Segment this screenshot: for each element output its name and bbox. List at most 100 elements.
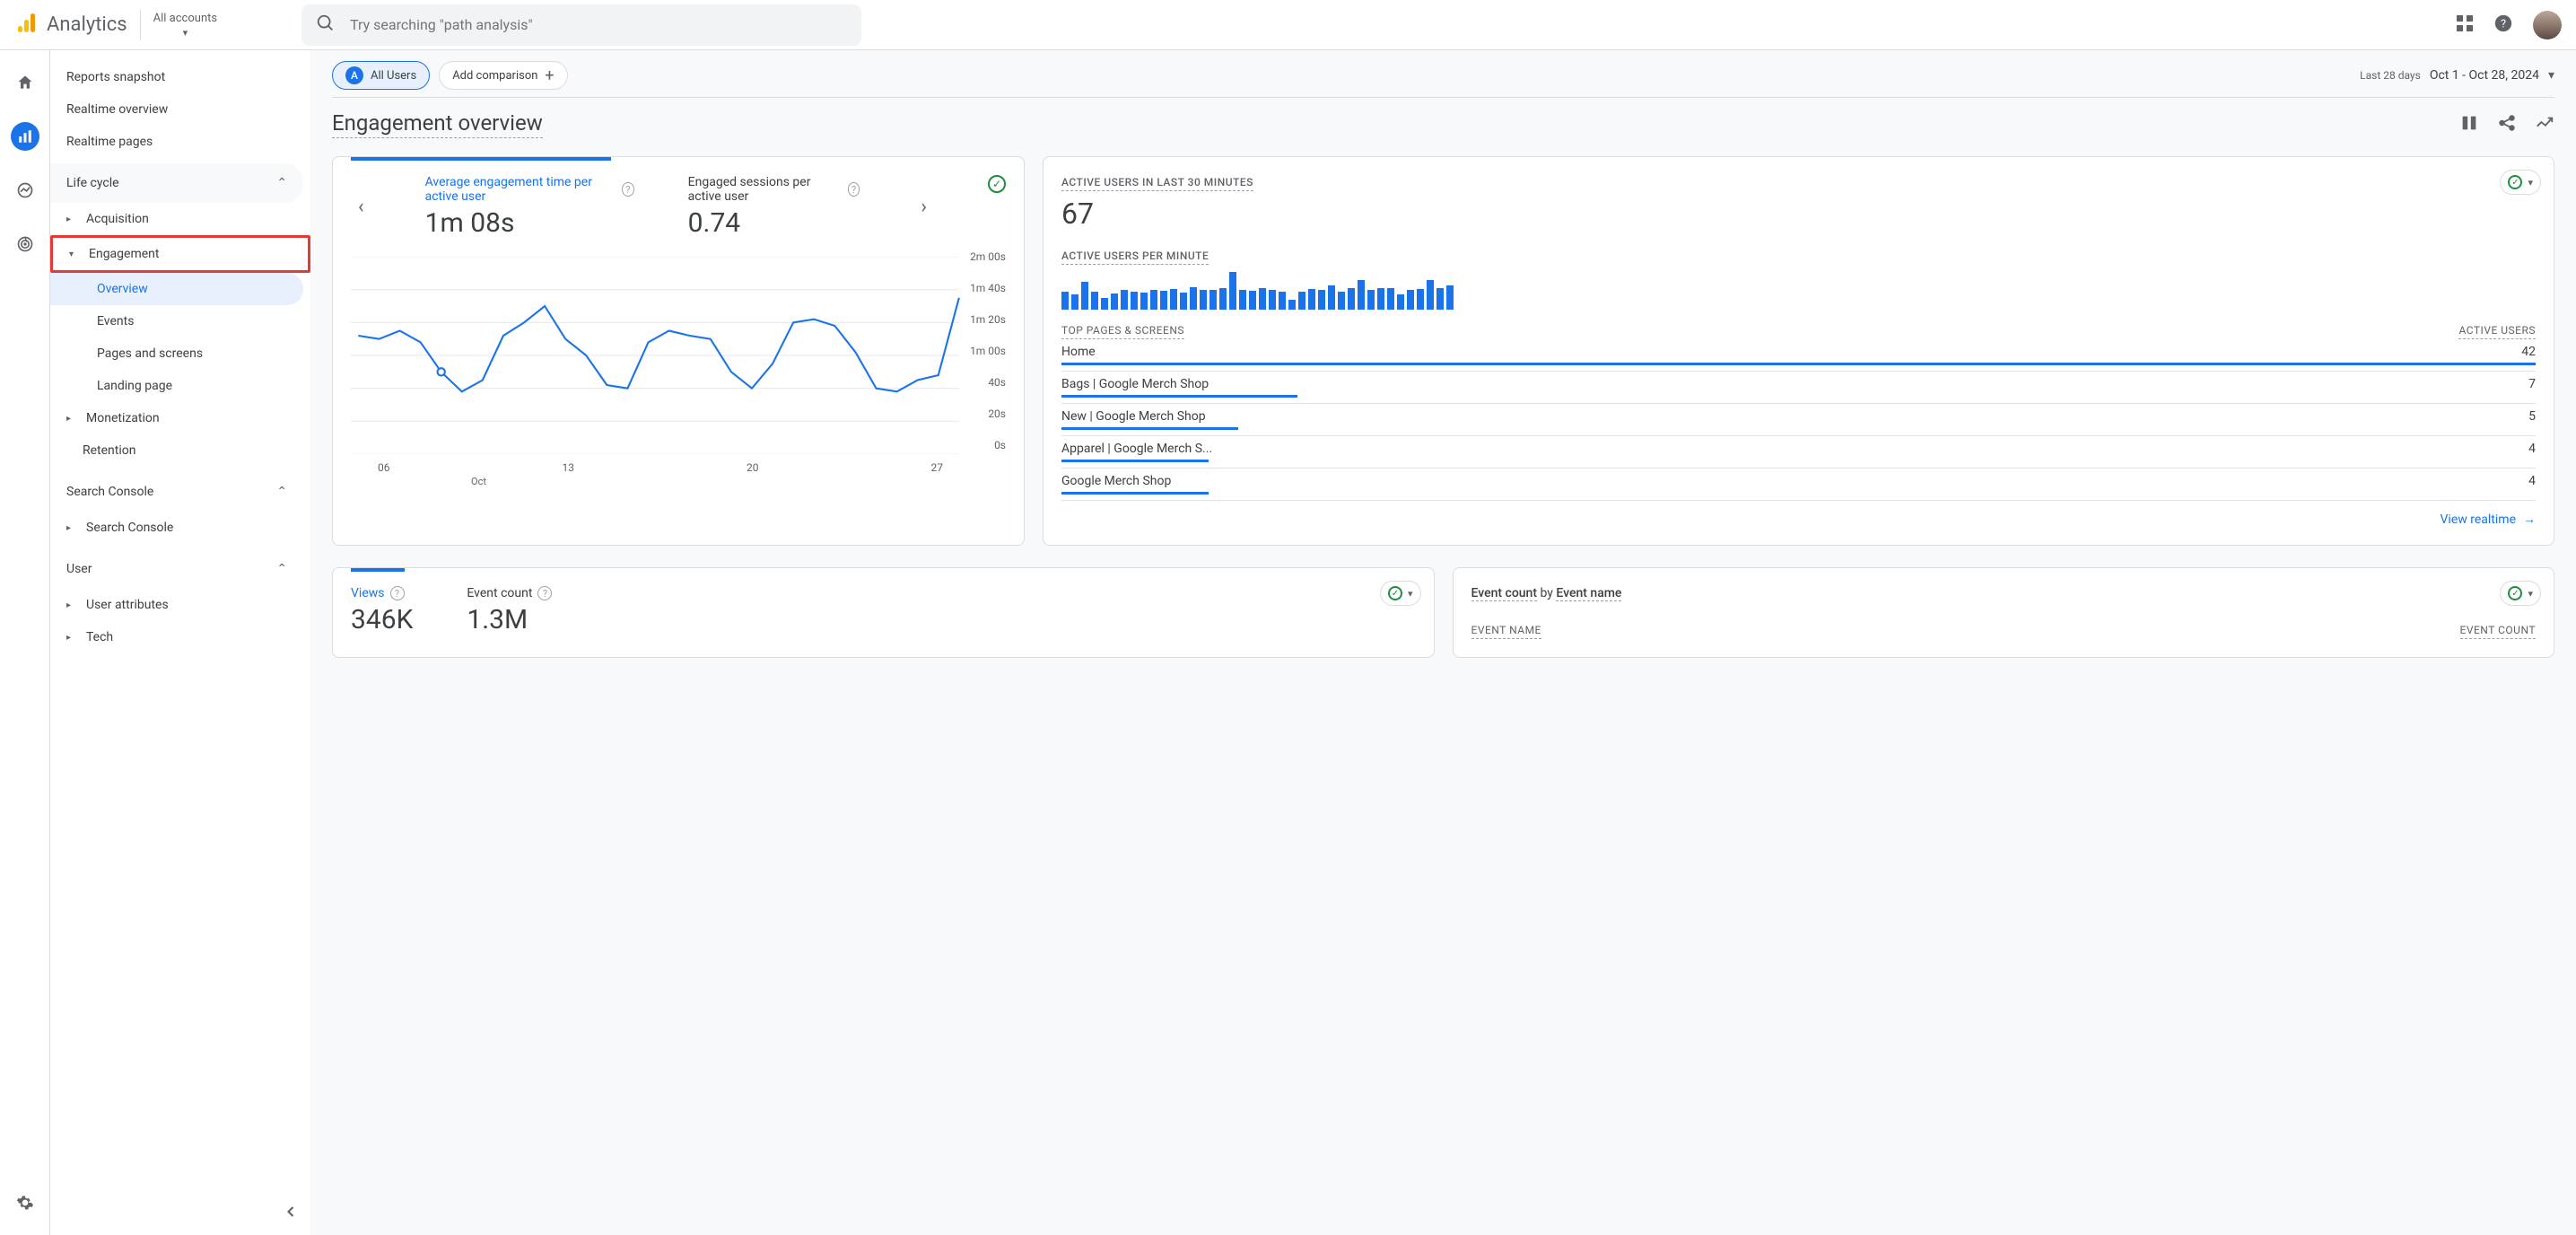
x-tick-label: 27 — [931, 461, 944, 474]
logo[interactable]: Analytics — [14, 11, 127, 39]
y-tick-label: 0s — [994, 439, 1006, 451]
y-tick-label: 40s — [988, 376, 1006, 389]
card-realtime: ✓▾ ACTIVE USERS IN LAST 30 MINUTES 67 AC… — [1043, 156, 2554, 546]
chevron-up-icon: ⌃ — [276, 485, 287, 499]
rail-advertising-icon[interactable] — [11, 230, 39, 258]
sidebar-engagement-overview[interactable]: Overview — [50, 273, 303, 305]
table-header: ACTIVE USERS — [2458, 324, 2536, 339]
app-header: Analytics All accounts ▾ ? — [0, 0, 2576, 50]
chevron-up-icon: ⌃ — [276, 562, 287, 576]
chevron-down-icon: ▾ — [2528, 588, 2533, 600]
sidebar-section-lifecycle[interactable]: Life cycle ⌃ — [50, 163, 303, 203]
x-tick-label: 13 — [563, 461, 575, 474]
check-icon: ✓ — [988, 175, 1006, 193]
section-label: Search Console — [66, 485, 153, 499]
section-label: User — [66, 562, 92, 576]
account-picker[interactable]: All accounts ▾ — [140, 10, 230, 40]
metric-event-count[interactable]: Event count? 1.3M — [467, 586, 552, 635]
help-icon[interactable]: ? — [2493, 13, 2513, 37]
compare-icon[interactable] — [2459, 113, 2479, 136]
check-icon: ✓ — [2508, 175, 2522, 189]
table-row[interactable]: Apparel | Google Merch S...4 — [1061, 436, 2536, 469]
chip-all-users[interactable]: A All Users — [332, 61, 430, 90]
rail-reports-icon[interactable] — [11, 122, 39, 151]
search-icon — [316, 13, 336, 37]
x-tick-label: 06 — [378, 461, 390, 474]
share-icon[interactable] — [2497, 113, 2517, 136]
insights-icon[interactable] — [2535, 113, 2554, 136]
x-tick-label: 20 — [747, 461, 759, 474]
card-status-pill[interactable]: ✓▾ — [2500, 170, 2541, 195]
caret-right-icon: ▸ — [66, 523, 79, 533]
metric-value: 1.3M — [467, 604, 552, 635]
sidebar-engagement-events[interactable]: Events — [50, 305, 303, 337]
card-views-events: ✓▾ Views? 346K Event count? 1.3M — [332, 567, 1435, 658]
chip-label: Add comparison — [452, 69, 537, 83]
card-status-pill[interactable]: ✓▾ — [2500, 581, 2541, 606]
table-row[interactable]: Google Merch Shop4 — [1061, 469, 2536, 501]
caret-right-icon: ▸ — [66, 600, 79, 610]
sidebar-monetization[interactable]: ▸Monetization — [50, 402, 303, 434]
arrow-right-icon: → — [2523, 512, 2536, 527]
table-row[interactable]: Bags | Google Merch Shop7 — [1061, 372, 2536, 404]
x-axis-label: Oct — [471, 476, 1006, 487]
rail-admin-icon[interactable] — [11, 1188, 39, 1217]
realtime-bar-chart — [1061, 272, 2536, 310]
table-header: TOP PAGES & SCREENS — [1061, 324, 1184, 339]
sidebar-section-user[interactable]: User ⌃ — [50, 549, 303, 589]
metric-engaged-sessions[interactable]: Engaged sessions per active user? 0.74 — [688, 175, 860, 239]
sidebar-retention[interactable]: Retention — [50, 434, 303, 467]
collapse-sidebar-icon[interactable] — [282, 1203, 300, 1224]
y-tick-label: 1m 00s — [970, 345, 1006, 357]
caret-right-icon: ▸ — [66, 633, 79, 643]
nav-rail — [0, 50, 50, 1235]
avatar[interactable] — [2533, 11, 2562, 39]
rail-home-icon[interactable] — [11, 68, 39, 97]
caret-right-icon: ▸ — [66, 215, 79, 224]
view-realtime-link[interactable]: View realtime → — [1061, 512, 2536, 527]
metric-avg-engagement[interactable]: Average engagement time per active user?… — [425, 175, 634, 239]
search-input[interactable] — [350, 16, 847, 33]
metric-value: 1m 08s — [425, 207, 634, 239]
table-row[interactable]: New | Google Merch Shop5 — [1061, 404, 2536, 436]
chip-label: All Users — [371, 69, 416, 83]
apps-icon[interactable] — [2456, 14, 2474, 36]
rail-explore-icon[interactable] — [11, 176, 39, 205]
sidebar-engagement-landing[interactable]: Landing page — [50, 370, 303, 402]
chip-add-comparison[interactable]: Add comparison + — [439, 61, 567, 90]
check-icon: ✓ — [2508, 586, 2522, 600]
sidebar-realtime-pages[interactable]: Realtime pages — [50, 126, 303, 158]
sidebar-user-attributes[interactable]: ▸User attributes — [50, 589, 303, 621]
date-range-picker[interactable]: Last 28 days Oct 1 - Oct 28, 2024 ▾ — [2360, 68, 2554, 83]
caret-down-icon: ▾ — [69, 250, 82, 259]
realtime-subheader: ACTIVE USERS PER MINUTE — [1061, 250, 1209, 265]
search-bar — [301, 4, 861, 46]
caret-right-icon: ▸ — [66, 414, 79, 424]
segment-a-icon: A — [345, 66, 363, 84]
sidebar-reports-snapshot[interactable]: Reports snapshot — [50, 61, 303, 93]
table-row[interactable]: Home42 — [1061, 339, 2536, 372]
date-label: Last 28 days — [2360, 69, 2421, 82]
section-label: Life cycle — [66, 176, 119, 190]
main-content: A All Users Add comparison + Last 28 day… — [310, 50, 2576, 1235]
help-icon[interactable]: ? — [390, 586, 405, 600]
svg-text:?: ? — [2501, 17, 2506, 31]
card-engagement-chart: ‹ Average engagement time per active use… — [332, 156, 1025, 546]
sidebar-engagement-pages[interactable]: Pages and screens — [50, 337, 303, 370]
metric-views[interactable]: Views? 346K — [351, 586, 413, 635]
card-event-by-name: ✓▾ Event count by Event name EVENT NAME … — [1453, 567, 2555, 658]
y-tick-label: 1m 20s — [970, 313, 1006, 326]
help-icon[interactable]: ? — [537, 586, 552, 600]
sidebar-search-console[interactable]: ▸Search Console — [50, 512, 303, 544]
sidebar-realtime-overview[interactable]: Realtime overview — [50, 93, 303, 126]
prev-metric-button[interactable]: ‹ — [351, 196, 371, 218]
sidebar-acquisition[interactable]: ▸Acquisition — [50, 203, 303, 235]
next-metric-button[interactable]: › — [913, 196, 934, 218]
y-tick-label: 1m 40s — [970, 282, 1006, 294]
help-icon[interactable]: ? — [622, 182, 634, 197]
realtime-value: 67 — [1061, 197, 2536, 231]
sidebar-tech[interactable]: ▸Tech — [50, 621, 303, 653]
help-icon[interactable]: ? — [848, 182, 860, 197]
sidebar-engagement[interactable]: ▾Engagement — [53, 238, 308, 270]
sidebar-section-search-console[interactable]: Search Console ⌃ — [50, 472, 303, 512]
